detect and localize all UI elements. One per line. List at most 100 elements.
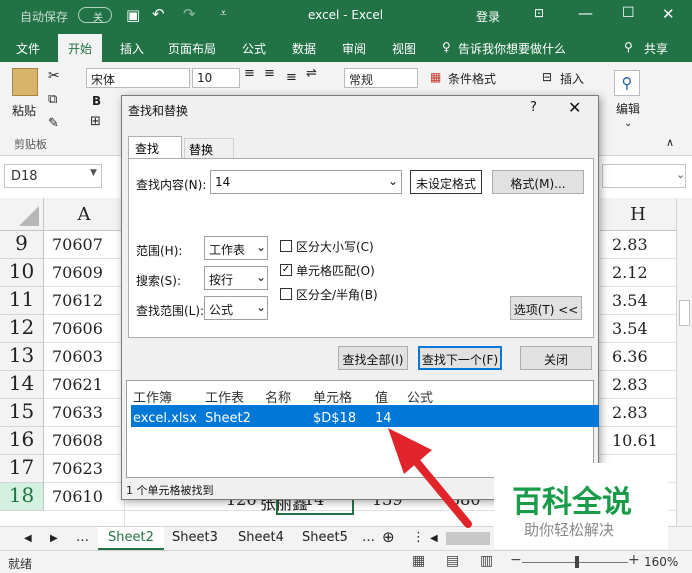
zoom-out-icon[interactable]: − <box>510 552 522 568</box>
ribbon-display-icon[interactable]: ⊡ <box>534 6 544 20</box>
name-box-dropdown-icon[interactable]: ▼ <box>90 168 97 178</box>
name-box[interactable]: D18 <box>4 164 102 188</box>
horizontal-scroll-thumb[interactable] <box>446 532 490 545</box>
row-header[interactable]: 14 <box>0 371 44 399</box>
header-sheet[interactable]: 工作表 <box>205 387 244 406</box>
number-format-select[interactable]: 常规 <box>344 68 418 88</box>
find-all-button[interactable]: 查找全部(I) <box>338 346 408 370</box>
paste-button[interactable]: 粘贴 <box>12 102 36 119</box>
row-header[interactable]: 11 <box>0 287 44 315</box>
customize-qat-icon[interactable]: ⩡ <box>220 6 227 21</box>
match-width-checkbox[interactable] <box>280 288 292 300</box>
cell-h[interactable]: 2.12 <box>612 263 648 282</box>
autosave-toggle[interactable]: 关 <box>78 7 112 24</box>
close-button[interactable]: 关闭 <box>520 346 592 370</box>
cell-a[interactable]: 70612 <box>52 291 103 310</box>
column-header-a[interactable]: A <box>44 198 124 231</box>
tell-me-input[interactable]: 告诉我你想要做什么 <box>458 40 566 57</box>
tab-file[interactable]: 文件 <box>16 40 40 57</box>
zoom-level[interactable]: 160% <box>644 555 678 569</box>
row-header[interactable]: 15 <box>0 399 44 427</box>
tab-replace[interactable]: 替换(P) <box>184 138 234 172</box>
undo-icon[interactable]: ↶ <box>152 5 165 23</box>
font-name-select[interactable]: 宋体 <box>86 68 190 88</box>
row-header[interactable]: 16 <box>0 427 44 455</box>
options-button[interactable]: 选项(T) << <box>510 296 582 320</box>
formula-input[interactable] <box>602 164 686 188</box>
cell-a[interactable]: 70609 <box>52 263 103 282</box>
search-order-dropdown-icon[interactable]: ⌄ <box>256 270 266 284</box>
header-name[interactable]: 名称 <box>265 387 291 406</box>
font-size-select[interactable]: 10 <box>192 68 240 88</box>
bold-button[interactable]: B <box>92 94 101 108</box>
find-what-input[interactable]: 14 <box>210 170 402 194</box>
scroll-left-icon[interactable]: ◀ <box>430 533 438 544</box>
close-window-icon[interactable]: ✕ <box>662 5 675 23</box>
cell-a[interactable]: 70621 <box>52 375 103 394</box>
select-all-corner[interactable] <box>0 198 44 231</box>
scope-dropdown-icon[interactable]: ⌄ <box>256 240 266 254</box>
format-painter-icon[interactable]: ✎ <box>48 116 59 131</box>
cell-h[interactable]: 2.83 <box>612 403 648 422</box>
save-icon[interactable]: ▣ <box>126 6 140 24</box>
cell-a[interactable]: 70633 <box>52 403 103 422</box>
header-formula[interactable]: 公式 <box>407 387 433 406</box>
tab-formulas[interactable]: 公式 <box>242 40 266 57</box>
sheet-tab-sheet3[interactable]: Sheet3 <box>172 530 218 545</box>
tab-home[interactable]: 开始 <box>58 34 103 62</box>
align-top-icon[interactable]: ≡ <box>244 66 255 81</box>
sheet-tab-sheet4[interactable]: Sheet4 <box>238 530 284 545</box>
login-link[interactable]: 登录 <box>476 8 500 25</box>
sheet-menu-icon[interactable]: ⋮ <box>412 530 425 545</box>
tab-view[interactable]: 视图 <box>392 40 416 57</box>
column-header-h[interactable]: H <box>600 198 676 231</box>
page-break-view-icon[interactable]: ▥ <box>480 553 493 569</box>
tab-insert[interactable]: 插入 <box>120 40 144 57</box>
copy-icon[interactable]: ⧉ <box>48 92 57 107</box>
cell-h[interactable]: 10.61 <box>612 431 658 450</box>
cell-a[interactable]: 70608 <box>52 431 103 450</box>
row-header[interactable]: 12 <box>0 315 44 343</box>
align-bottom-icon[interactable]: ≡ <box>286 70 297 85</box>
result-row[interactable] <box>131 405 599 427</box>
sheet-tab-sheet5[interactable]: Sheet5 <box>302 530 348 545</box>
more-sheets-icon[interactable]: … <box>76 530 89 545</box>
wrap-text-icon[interactable]: ⇌ <box>306 66 317 81</box>
share-button[interactable]: 共享 <box>644 40 668 57</box>
next-sheet-icon[interactable]: ▶ <box>50 533 58 544</box>
collapse-ribbon-icon[interactable]: ∧ <box>666 136 674 149</box>
zoom-slider-thumb[interactable] <box>575 556 579 568</box>
paste-icon[interactable] <box>12 68 38 96</box>
border-icon[interactable]: ⊞ <box>90 114 101 129</box>
close-dialog-icon[interactable]: ✕ <box>568 98 581 117</box>
cell-h[interactable]: 3.54 <box>612 291 648 310</box>
add-sheet-icon[interactable]: ⊕ <box>382 528 395 546</box>
cell-a[interactable]: 70607 <box>52 235 103 254</box>
tab-find[interactable]: 查找(D) <box>128 136 182 171</box>
insert-cells-button[interactable]: 插入 <box>560 70 584 87</box>
find-icon[interactable]: ⚲ <box>614 70 640 96</box>
row-header[interactable]: 13 <box>0 343 44 371</box>
cell-h[interactable]: 2.83 <box>612 235 648 254</box>
cell-h[interactable]: 3.54 <box>612 319 648 338</box>
sheet-tab-sheet2[interactable]: Sheet2 <box>98 527 164 550</box>
header-cell[interactable]: 单元格 <box>313 387 352 406</box>
cell-a[interactable]: 70623 <box>52 459 103 478</box>
minimize-icon[interactable]: — <box>578 4 593 22</box>
row-header[interactable]: 17 <box>0 455 44 483</box>
help-button[interactable]: ? <box>530 100 537 115</box>
look-in-dropdown-icon[interactable]: ⌄ <box>256 300 266 314</box>
page-layout-view-icon[interactable]: ▤ <box>446 553 459 569</box>
row-header[interactable]: 18 <box>0 483 44 511</box>
align-middle-icon[interactable]: ≡ <box>264 66 275 81</box>
format-button[interactable]: 格式(M)... <box>492 170 584 194</box>
vertical-scrollbar[interactable] <box>676 198 692 526</box>
header-value[interactable]: 值 <box>375 387 388 406</box>
tab-data[interactable]: 数据 <box>292 40 316 57</box>
conditional-format-button[interactable]: 条件格式 <box>448 70 496 87</box>
prev-sheet-icon[interactable]: ◀ <box>24 533 32 544</box>
cell-h[interactable]: 6.36 <box>612 347 648 366</box>
redo-icon[interactable]: ↷ <box>183 5 196 23</box>
edit-group-button[interactable]: 编辑 <box>616 100 640 117</box>
cell-a[interactable]: 70610 <box>52 487 103 506</box>
